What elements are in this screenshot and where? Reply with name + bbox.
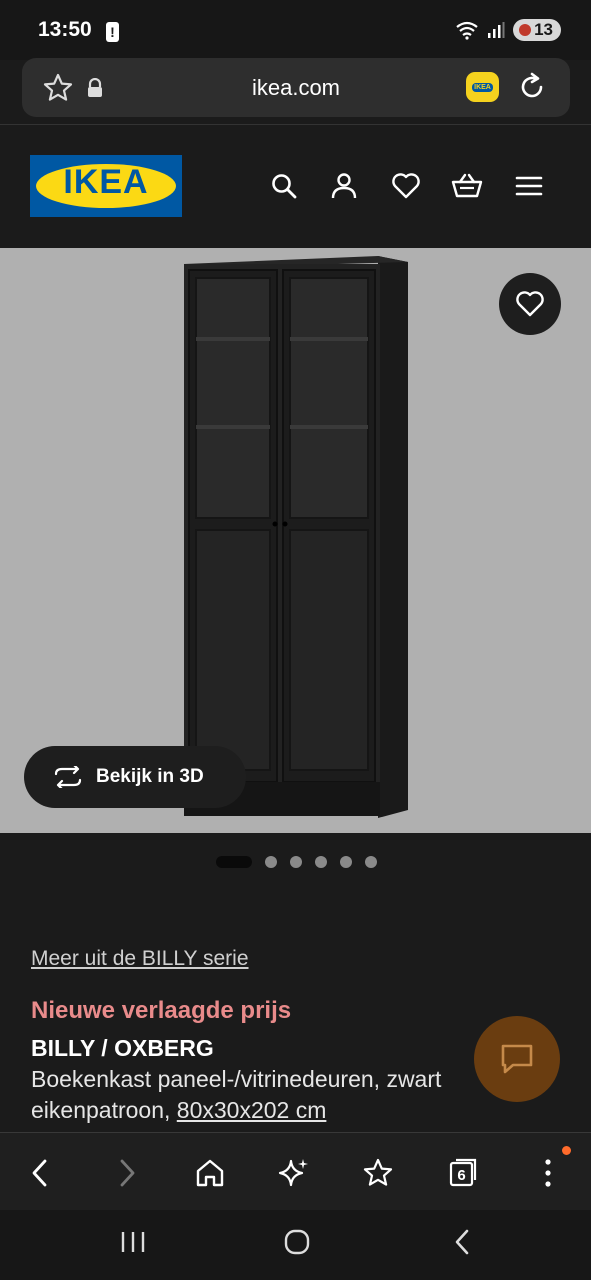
tabs-button[interactable]: 6: [443, 1153, 483, 1193]
product-size-link[interactable]: 80x30x202 cm: [177, 1097, 327, 1123]
carousel-dot[interactable]: [340, 856, 352, 868]
ikea-extension-icon[interactable]: IKEA: [466, 72, 499, 102]
wishlist-heart-icon[interactable]: [391, 172, 421, 200]
carousel-dot[interactable]: [290, 856, 302, 868]
status-bar: 13:50 ! 13: [0, 0, 591, 60]
series-link[interactable]: Meer uit de BILLY serie: [31, 947, 249, 971]
price-promo-label: Nieuwe verlaagde prijs: [31, 997, 292, 1024]
carousel-dot[interactable]: [315, 856, 327, 868]
carousel-dot[interactable]: [216, 856, 252, 868]
back-arrow-icon: [32, 1159, 47, 1187]
logo-text: IKEA: [63, 163, 149, 201]
kebab-menu-icon: [545, 1159, 551, 1187]
product-description: Boekenkast paneel-/vitrinedeuren, zwart …: [31, 1064, 501, 1126]
wifi-icon: [456, 21, 478, 40]
sparkle-icon: [278, 1159, 308, 1187]
carousel-dot[interactable]: [365, 856, 377, 868]
rotate-3d-icon: [54, 766, 82, 788]
status-time: 13:50: [38, 18, 92, 41]
chat-icon: [501, 1044, 533, 1074]
product-name: BILLY / OXBERG: [31, 1035, 214, 1061]
more-menu-button[interactable]: [528, 1153, 568, 1193]
carousel-dot[interactable]: [265, 856, 277, 868]
home-icon: [196, 1159, 224, 1187]
tab-count: 6: [457, 1167, 465, 1184]
bookmarks-button[interactable]: [358, 1153, 398, 1193]
recent-apps-icon[interactable]: [120, 1230, 146, 1254]
back-button[interactable]: [20, 1153, 60, 1193]
account-icon[interactable]: [330, 172, 358, 200]
view-in-3d-label: Bekijk in 3D: [96, 766, 204, 787]
browser-toolbar: 6: [0, 1132, 591, 1211]
heart-icon: [516, 291, 544, 317]
save-to-wishlist-button[interactable]: [499, 273, 561, 335]
chat-button[interactable]: [474, 1016, 560, 1102]
shopping-bag-icon[interactable]: [451, 172, 483, 200]
forward-button[interactable]: [107, 1153, 147, 1193]
site-header: IKEA: [0, 124, 591, 248]
image-carousel-indicator[interactable]: [216, 856, 377, 868]
menu-icon[interactable]: [515, 172, 543, 200]
battery-level: 13: [534, 20, 553, 39]
back-nav-icon[interactable]: [452, 1228, 472, 1256]
status-icons: 13: [455, 19, 561, 41]
view-in-3d-button[interactable]: Bekijk in 3D: [24, 746, 246, 808]
home-button[interactable]: [190, 1153, 230, 1193]
address-bar[interactable]: ikea.com IKEA: [22, 58, 570, 117]
ai-assistant-button[interactable]: [274, 1153, 314, 1193]
system-navigation-bar: [0, 1210, 591, 1280]
reload-icon[interactable]: [516, 71, 548, 103]
signal-icon: [488, 22, 505, 38]
tabs-icon: 6: [449, 1158, 477, 1187]
search-icon[interactable]: [270, 172, 298, 200]
forward-arrow-icon: [120, 1159, 135, 1187]
notification-dot: [562, 1146, 571, 1155]
home-nav-icon[interactable]: [283, 1228, 311, 1256]
power-saving-icon: [519, 24, 532, 36]
ikea-logo[interactable]: IKEA: [30, 155, 182, 217]
battery-indicator: 13: [513, 19, 561, 41]
bookmarks-star-icon: [363, 1158, 393, 1186]
alert-icon: !: [106, 22, 119, 42]
